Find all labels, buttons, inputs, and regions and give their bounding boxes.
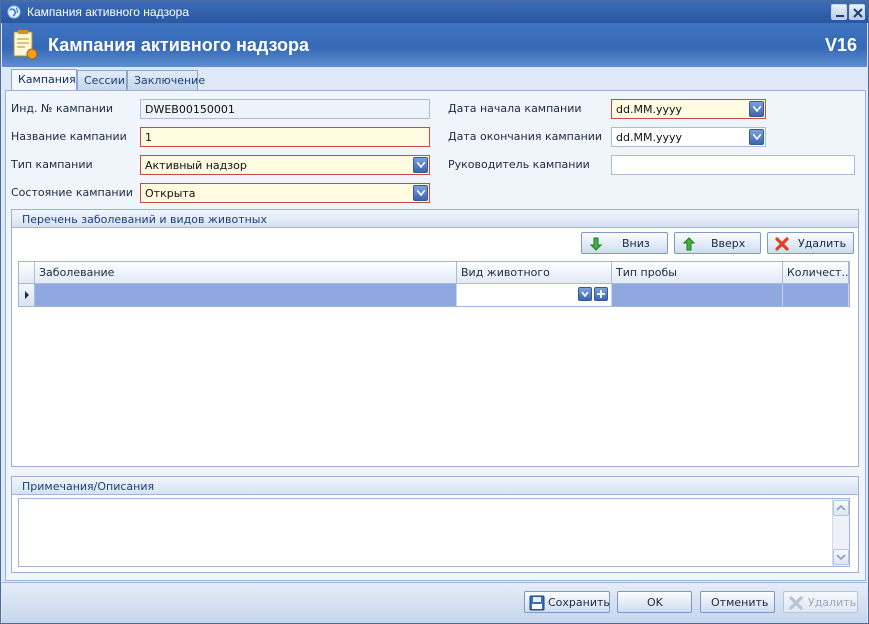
campaign-type-select[interactable]: Активный надзор bbox=[140, 155, 430, 175]
tab-conclusion[interactable]: Заключение bbox=[127, 70, 205, 90]
campaign-type-label: Тип кампании bbox=[11, 158, 93, 171]
campaign-type-value: Активный надзор bbox=[145, 159, 247, 172]
campaign-id-label: Инд. № кампании bbox=[11, 102, 114, 115]
ok-button[interactable]: OK bbox=[617, 591, 692, 613]
notes-group-title: Примечания/Описания bbox=[12, 477, 858, 495]
campaign-state-value: Открыта bbox=[145, 187, 196, 200]
grid-corner-header bbox=[19, 262, 35, 284]
start-date-label: Дата начала кампании bbox=[448, 102, 582, 115]
manager-field[interactable] bbox=[611, 155, 855, 175]
arrow-up-icon bbox=[682, 237, 696, 251]
move-down-label: Вниз bbox=[622, 237, 650, 250]
cancel-button[interactable]: Отменить bbox=[700, 591, 775, 613]
column-header-quantity[interactable]: Количест... bbox=[783, 262, 849, 284]
tab-sessions[interactable]: Сессии bbox=[77, 70, 127, 90]
chevron-down-icon bbox=[581, 291, 589, 298]
cancel-label: Отменить bbox=[711, 596, 769, 609]
campaign-name-label: Название кампании bbox=[11, 130, 127, 143]
column-header-disease[interactable]: Заболевание bbox=[35, 262, 457, 284]
window-title: Кампания активного надзора bbox=[27, 5, 189, 19]
minimize-button[interactable] bbox=[831, 4, 847, 20]
end-date-label: Дата окончания кампании bbox=[448, 130, 603, 143]
campaign-state-label: Состояние кампании bbox=[11, 186, 133, 199]
row-pointer-icon bbox=[25, 291, 29, 299]
chevron-down-icon bbox=[753, 134, 761, 140]
animal-add-button[interactable] bbox=[594, 287, 608, 301]
table-row-cell-disease[interactable] bbox=[35, 284, 457, 306]
campaign-state-dropdown-button[interactable] bbox=[413, 185, 428, 201]
diseases-group-title: Перечень заболеваний и видов животных bbox=[12, 210, 858, 228]
manager-label: Руководитель кампании bbox=[448, 158, 590, 171]
campaign-type-dropdown-button[interactable] bbox=[413, 157, 428, 173]
header-banner: Кампания активного надзора V16 bbox=[2, 23, 867, 67]
close-button[interactable] bbox=[849, 4, 865, 20]
campaign-window: Кампания активного надзора Кампания акти… bbox=[0, 0, 869, 624]
version-label: V16 bbox=[824, 35, 857, 55]
delete-x-icon bbox=[789, 596, 803, 610]
chevron-down-icon bbox=[836, 554, 846, 561]
save-label: Сохранить bbox=[548, 596, 610, 609]
move-down-button[interactable]: Вниз bbox=[581, 232, 668, 254]
column-header-animal[interactable]: Вид животного bbox=[457, 262, 612, 284]
campaign-name-field[interactable]: 1 bbox=[140, 127, 430, 147]
table-row-cell-quantity[interactable] bbox=[783, 284, 849, 306]
chevron-up-icon bbox=[836, 504, 846, 511]
end-date-value: dd.MM.yyyy bbox=[616, 131, 682, 144]
arrow-down-icon bbox=[589, 237, 603, 251]
page-title: Кампания активного надзора bbox=[48, 35, 309, 55]
campaign-state-select[interactable]: Открыта bbox=[140, 183, 430, 203]
end-date-picker[interactable]: dd.MM.yyyy bbox=[611, 127, 766, 147]
close-icon bbox=[853, 8, 863, 18]
globe-icon bbox=[7, 5, 21, 19]
row-indicator[interactable] bbox=[19, 284, 35, 306]
table-row-cell-sample-type[interactable] bbox=[612, 284, 783, 306]
column-header-sample-type[interactable]: Тип пробы bbox=[612, 262, 783, 284]
notes-scrollbar[interactable] bbox=[832, 499, 849, 566]
start-date-picker[interactable]: dd.MM.yyyy bbox=[611, 99, 766, 119]
end-date-dropdown-button[interactable] bbox=[749, 129, 764, 145]
campaign-id-field[interactable]: DWEB00150001 bbox=[140, 99, 430, 119]
diseases-grid: Заболевание Вид животного Тип пробы Коли… bbox=[18, 261, 850, 307]
delete-campaign-label: Удалить bbox=[808, 596, 857, 609]
notes-textarea[interactable] bbox=[18, 498, 850, 567]
delete-x-icon bbox=[775, 237, 789, 251]
delete-row-button[interactable]: Удалить bbox=[767, 232, 854, 254]
floppy-disk-icon bbox=[529, 595, 545, 611]
delete-row-label: Удалить bbox=[798, 237, 847, 250]
ok-label: OK bbox=[647, 596, 663, 609]
move-up-label: Вверх bbox=[711, 237, 746, 250]
start-date-value: dd.MM.yyyy bbox=[616, 103, 682, 116]
delete-campaign-button[interactable]: Удалить bbox=[783, 591, 858, 613]
scroll-up-button[interactable] bbox=[833, 500, 849, 516]
start-date-dropdown-button[interactable] bbox=[749, 101, 764, 117]
title-bar: Кампания активного надзора bbox=[1, 1, 868, 23]
minimize-icon bbox=[836, 15, 844, 17]
chevron-down-icon bbox=[417, 162, 425, 168]
save-button[interactable]: Сохранить bbox=[524, 591, 610, 613]
move-up-button[interactable]: Вверх bbox=[674, 232, 761, 254]
chevron-down-icon bbox=[417, 190, 425, 196]
scroll-down-button[interactable] bbox=[833, 549, 849, 565]
document-icon bbox=[13, 30, 38, 60]
tab-campaign[interactable]: Кампания bbox=[11, 69, 77, 91]
chevron-down-icon bbox=[753, 106, 761, 112]
plus-icon bbox=[597, 290, 605, 298]
table-row-cell-animal[interactable] bbox=[457, 284, 612, 306]
animal-dropdown-button[interactable] bbox=[578, 287, 592, 301]
